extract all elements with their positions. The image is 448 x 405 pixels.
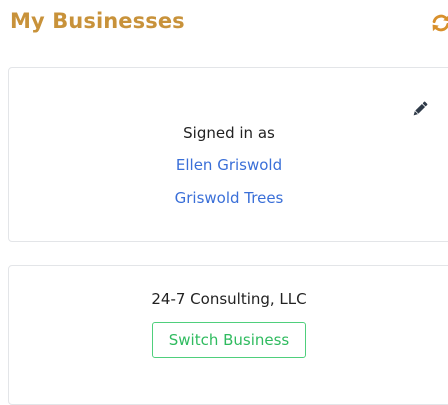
page-title: My Businesses [10, 9, 185, 33]
switch-business-wrapper: Switch Business [9, 322, 448, 358]
refresh-icon[interactable] [430, 12, 448, 34]
pencil-icon[interactable] [409, 98, 431, 120]
business-card: 24-7 Consulting, LLC Switch Business [8, 265, 448, 405]
page-header: My Businesses [10, 6, 448, 40]
business-name: 24-7 Consulting, LLC [151, 290, 307, 308]
switch-business-button[interactable]: Switch Business [151, 322, 307, 358]
signed-in-label: Signed in as [183, 124, 275, 142]
user-name-link[interactable]: Ellen Griswold [9, 154, 448, 176]
company-name-link[interactable]: Griswold Trees [9, 187, 448, 209]
signed-in-card: Signed in as Ellen Griswold Griswold Tre… [8, 67, 448, 242]
